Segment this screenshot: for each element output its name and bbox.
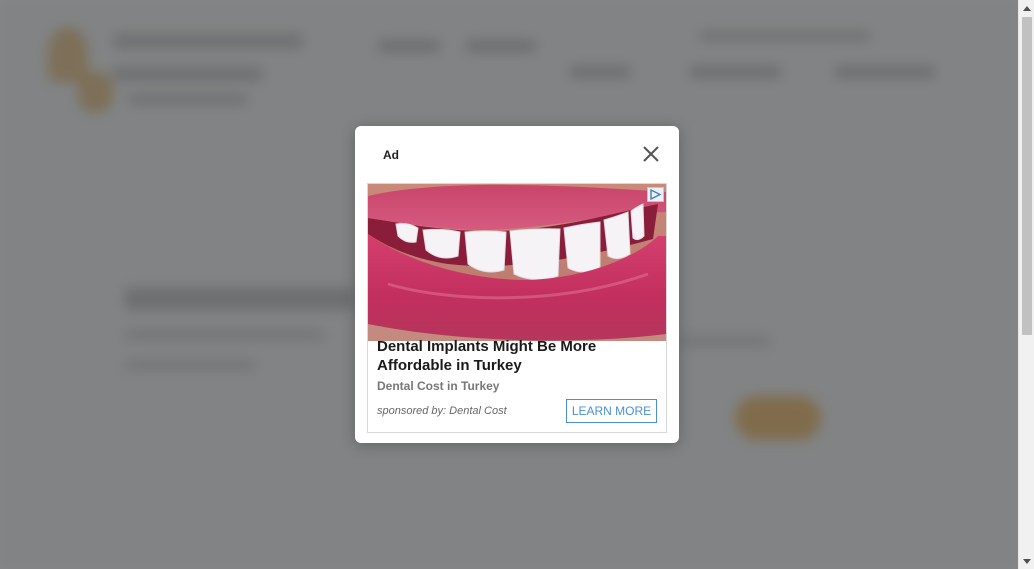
chevron-down-icon [1023, 558, 1031, 564]
close-button[interactable] [639, 144, 663, 164]
ad-label: Ad [383, 148, 399, 162]
scroll-up-arrow[interactable] [1019, 0, 1034, 16]
ad-headline[interactable]: Dental Implants Might Be More Affordable… [377, 337, 657, 375]
vertical-scrollbar[interactable] [1018, 0, 1034, 569]
ad-source: Dental Cost in Turkey [377, 379, 500, 393]
chevron-up-icon [1023, 5, 1031, 11]
scrollbar-thumb[interactable] [1022, 17, 1032, 335]
close-icon [643, 146, 659, 162]
ad-sponsor: sponsored by: Dental Cost [377, 405, 507, 417]
scroll-down-arrow[interactable] [1019, 553, 1034, 569]
adchoices-icon[interactable] [647, 187, 664, 202]
ad-card[interactable]: Dental Implants Might Be More Affordable… [367, 183, 667, 433]
smile-teeth-image[interactable] [368, 184, 666, 341]
ad-modal: Ad Dental Implants Might Be More Afforda… [355, 126, 679, 443]
learn-more-button[interactable]: LEARN MORE [566, 399, 657, 423]
